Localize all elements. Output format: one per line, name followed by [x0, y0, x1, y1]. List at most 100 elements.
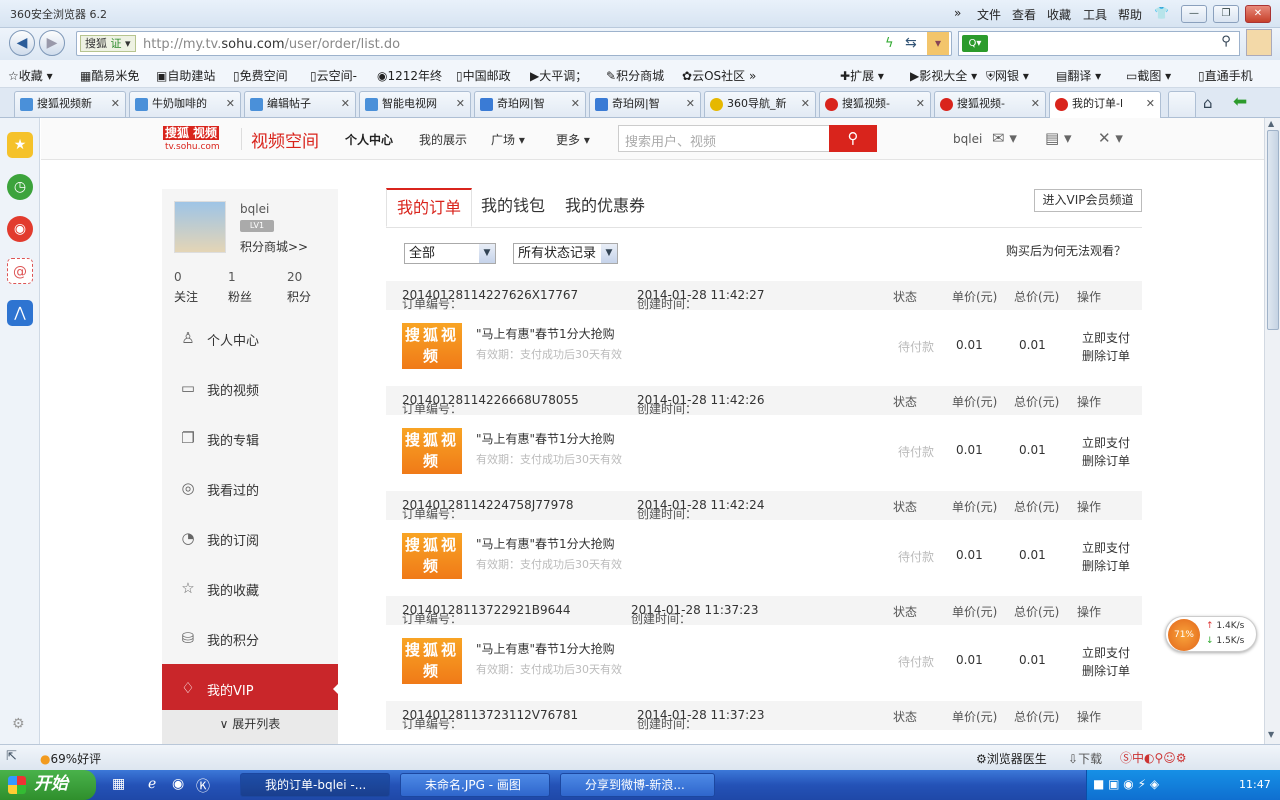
- menu-my-videos[interactable]: ▭ 我的视频: [162, 364, 338, 414]
- browser-search-input[interactable]: Q▾ ⚲: [958, 31, 1240, 56]
- vertical-scrollbar[interactable]: ▲ ▼: [1264, 118, 1280, 744]
- user-avatar-icon[interactable]: [1246, 29, 1272, 56]
- nav-personal-center[interactable]: 个人中心: [345, 131, 393, 148]
- fav-bank[interactable]: ⛨网银 ▾: [986, 67, 1029, 84]
- new-tab-button[interactable]: [1168, 91, 1196, 117]
- tab-my-orders[interactable]: 我的订单: [386, 188, 473, 227]
- refresh-icon[interactable]: ⇆: [905, 35, 917, 51]
- profile-name[interactable]: bqlei: [240, 202, 269, 216]
- browser-tab-active[interactable]: 我的订单-l ✕: [1049, 91, 1161, 118]
- fav-extension[interactable]: ✚扩展 ▾: [840, 67, 884, 84]
- following-label[interactable]: 关注: [174, 288, 198, 305]
- fav-item[interactable]: ✎积分商城: [606, 67, 664, 84]
- fav-item[interactable]: ▯免费空间: [233, 67, 288, 84]
- task-orders-window[interactable]: 我的订单-bqlei -...: [240, 773, 390, 797]
- search-icon[interactable]: ⚲: [1215, 34, 1237, 53]
- fav-item[interactable]: ▯中国邮政: [456, 67, 511, 84]
- start-button[interactable]: 开始: [0, 770, 96, 800]
- browser-quicklaunch-icon[interactable]: ◉: [172, 776, 184, 792]
- clock[interactable]: 11:47: [1239, 778, 1271, 791]
- browser-tab[interactable]: 搜狐视频- ✕: [819, 91, 931, 117]
- browser-tab[interactable]: 奇珀网|智 ✕: [474, 91, 586, 117]
- menu-personal-center[interactable]: ♙ 个人中心: [162, 314, 338, 364]
- download-button[interactable]: ⇩下载: [1068, 750, 1102, 767]
- browser-tab[interactable]: 奇珀网|智 ✕: [589, 91, 701, 117]
- favorites-star-icon[interactable]: ★: [7, 132, 33, 158]
- nav-my-showcase[interactable]: 我的展示: [419, 131, 467, 148]
- tools-icon[interactable]: ✕ ▾: [1098, 129, 1123, 147]
- browser-tab[interactable]: 牛奶咖啡的 ✕: [129, 91, 241, 117]
- delete-order-link[interactable]: 删除订单: [1082, 452, 1130, 469]
- header-username[interactable]: bqlei: [953, 132, 982, 146]
- space-title[interactable]: 视频空间: [251, 127, 319, 152]
- tab-my-coupons[interactable]: 我的优惠券: [555, 188, 655, 227]
- back-button[interactable]: ◀: [9, 30, 35, 56]
- minimize-button[interactable]: —: [1181, 5, 1207, 23]
- menu-my-albums[interactable]: ❐ 我的专辑: [162, 414, 338, 464]
- tab-my-wallet[interactable]: 我的钱包: [471, 188, 555, 227]
- mail-icon[interactable]: @: [7, 258, 33, 284]
- shirt-icon[interactable]: 👕: [1154, 6, 1169, 20]
- fav-item[interactable]: ☆收藏 ▾: [8, 67, 53, 84]
- weibo-icon[interactable]: ◉: [7, 216, 33, 242]
- product-title[interactable]: "马上有惠"春节1分大抢购: [476, 640, 615, 657]
- browser-tab[interactable]: 编辑帖子 ✕: [244, 91, 356, 117]
- points-label[interactable]: 积分: [287, 288, 311, 305]
- fav-movies[interactable]: ▶影视大全 ▾: [910, 67, 977, 84]
- browser-doctor-button[interactable]: ⚙浏览器医生: [976, 750, 1047, 767]
- lightning-icon[interactable]: ϟ: [885, 36, 894, 51]
- maximize-button[interactable]: ❐: [1213, 5, 1239, 23]
- type-filter-select[interactable]: 全部 ▼: [404, 243, 496, 264]
- why-cannot-watch-link[interactable]: 购买后为何无法观看？: [1006, 242, 1126, 259]
- fav-item[interactable]: ◉1212年终: [377, 67, 442, 84]
- close-button[interactable]: ✕: [1245, 5, 1271, 23]
- app-quicklaunch-icon[interactable]: Ⓚ: [196, 776, 210, 796]
- product-title[interactable]: "马上有惠"春节1分大抢购: [476, 535, 615, 552]
- fav-item[interactable]: ▯云空间-: [310, 67, 357, 84]
- pay-now-link[interactable]: 立即支付: [1082, 539, 1130, 556]
- delete-order-link[interactable]: 删除订单: [1082, 347, 1130, 364]
- menu-file[interactable]: 文件: [977, 6, 1001, 23]
- undo-icon[interactable]: ⬅: [1233, 92, 1247, 112]
- double-chevron-icon[interactable]: »: [954, 6, 961, 20]
- message-icon[interactable]: ✉ ▾: [992, 129, 1017, 147]
- home-icon[interactable]: ⌂: [1203, 94, 1213, 112]
- fav-phone[interactable]: ▯直通手机: [1198, 67, 1253, 84]
- fav-item[interactable]: ▶大平调；: [530, 67, 587, 84]
- following-count[interactable]: 0: [174, 270, 182, 284]
- points-mall-link[interactable]: 积分商城>>: [240, 238, 308, 255]
- forward-button[interactable]: ▶: [39, 30, 65, 56]
- rating-text[interactable]: ●69%好评: [40, 750, 101, 767]
- product-thumbnail[interactable]: 搜狐视频: [402, 533, 462, 579]
- expand-list-button[interactable]: ∨ 展开列表: [162, 710, 338, 744]
- layout-icon[interactable]: ⇱: [6, 749, 17, 764]
- task-paint-window[interactable]: 未命名.JPG - 画图: [400, 773, 550, 797]
- product-thumbnail[interactable]: 搜狐视频: [402, 638, 462, 684]
- points-count[interactable]: 20: [287, 270, 302, 284]
- task-weibo-window[interactable]: 分享到微博-新浪...: [560, 773, 715, 797]
- fav-screenshot[interactable]: ▭截图 ▾: [1126, 67, 1171, 84]
- app-icon[interactable]: ⋀: [7, 300, 33, 326]
- delete-order-link[interactable]: 删除订单: [1082, 557, 1130, 574]
- avatar[interactable]: [174, 201, 226, 253]
- search-engine-icon[interactable]: Q▾: [962, 35, 988, 52]
- menu-my-vip[interactable]: ♢ 我的VIP: [162, 664, 339, 714]
- nav-more[interactable]: 更多 ▾: [556, 131, 590, 148]
- sohu-video-logo[interactable]: 搜狐 视频 tv.sohu.com: [163, 124, 227, 154]
- url-input[interactable]: 搜狐 证 ▾ http://my.tv.sohu.com/user/order/…: [76, 31, 952, 56]
- clock-icon[interactable]: ◷: [7, 174, 33, 200]
- vip-channel-button[interactable]: 进入VIP会员频道: [1034, 189, 1142, 212]
- tray-tools-icon[interactable]: Ⓢ中◐⚲☺⚙: [1120, 749, 1187, 766]
- tray-icons[interactable]: ■ ▣ ◉ ⚡ ◈: [1093, 777, 1159, 791]
- menu-subscriptions[interactable]: ◔ 我的订阅: [162, 514, 338, 564]
- scroll-down-icon[interactable]: ▼: [1268, 730, 1274, 739]
- fans-count[interactable]: 1: [228, 270, 236, 284]
- pay-now-link[interactable]: 立即支付: [1082, 434, 1130, 451]
- dropdown-icon[interactable]: ▾: [927, 32, 949, 55]
- fav-translate[interactable]: ▤翻译 ▾: [1056, 67, 1101, 84]
- menu-favorites[interactable]: 收藏: [1047, 6, 1071, 23]
- browser-tab[interactable]: 智能电视网 ✕: [359, 91, 471, 117]
- pay-now-link[interactable]: 立即支付: [1082, 644, 1130, 661]
- menu-history[interactable]: ◎ 我看过的: [162, 464, 338, 514]
- fav-item[interactable]: ✿云OS社区 »: [682, 67, 756, 84]
